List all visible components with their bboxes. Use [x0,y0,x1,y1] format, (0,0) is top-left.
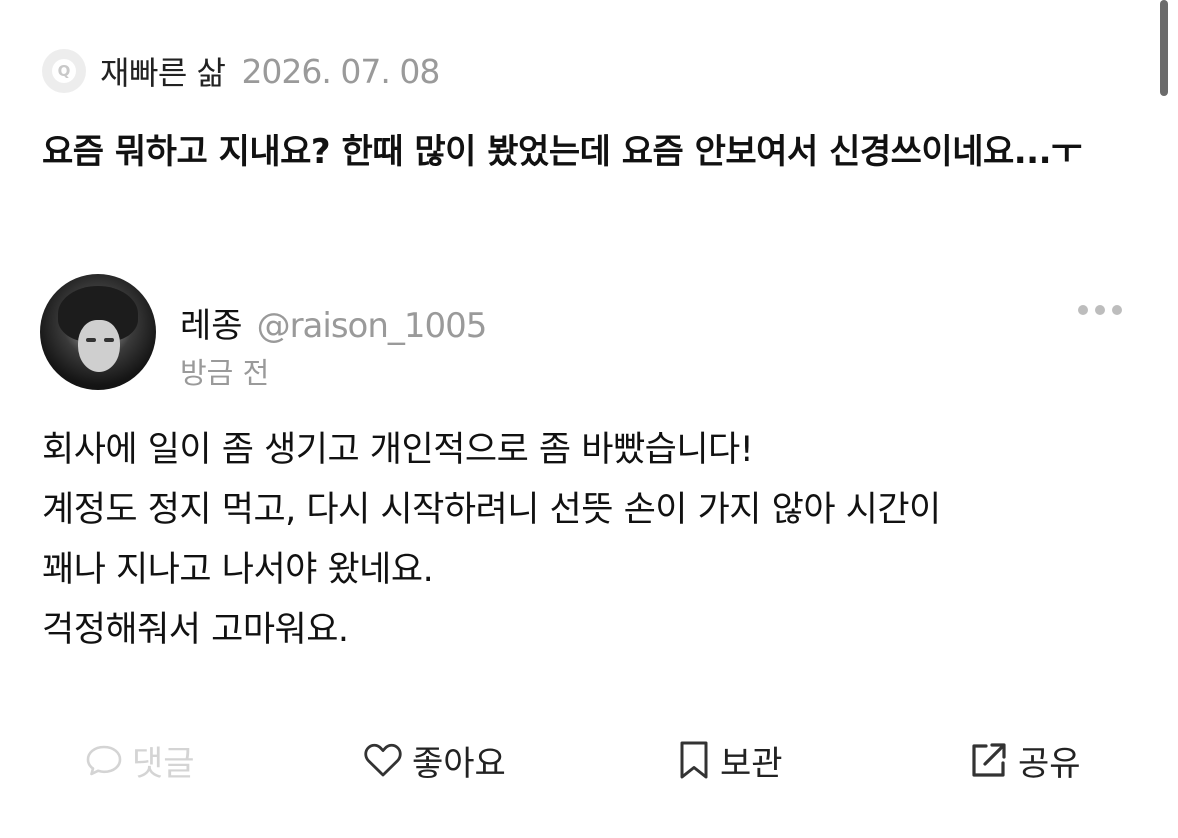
answer-author-name[interactable]: 레종 [180,298,243,347]
question-text: 요즘 뭐하고 지내요? 한때 많이 봤었는데 요즘 안보여서 신경쓰이네요...… [42,132,1082,172]
answer-author-handle[interactable]: @raison_1005 [257,306,488,346]
share-label: 공유 [1018,743,1081,784]
answer-timestamp: 방금 전 [180,356,270,390]
action-bar: 댓글 좋아요 보관 공유 [0,730,1178,790]
heart-icon [362,740,404,780]
answer-line: 꽤나 지나고 나서야 왔네요. [42,550,434,590]
share-icon [968,739,1010,781]
question-header: Q 재빠른 삶 2026. 07. 08 [42,46,440,96]
answer-line: 계정도 정지 먹고, 다시 시작하려니 선뜻 손이 가지 않아 시간이 [42,490,941,530]
more-dot-icon [1078,305,1088,315]
question-date: 2026. 07. 08 [241,51,440,91]
bookmark-icon [676,739,712,781]
more-dot-icon [1095,305,1105,315]
share-button[interactable]: 공유 [968,730,1081,790]
answer-author-row: 레종 @raison_1005 [180,298,488,347]
avatar[interactable] [40,274,156,390]
like-label: 좋아요 [412,743,506,784]
speech-bubble-icon [84,740,124,780]
more-dot-icon [1112,305,1122,315]
save-label: 보관 [720,743,783,784]
save-button[interactable]: 보관 [676,730,783,790]
avatar-eye-left [86,338,96,342]
comment-label: 댓글 [132,743,195,784]
scrollbar[interactable] [1160,0,1168,96]
avatar-eye-right [104,338,114,342]
comment-button[interactable]: 댓글 [84,730,195,790]
question-badge-letter: Q [52,59,76,83]
question-badge-icon: Q [42,49,86,93]
more-options-button[interactable] [1078,300,1122,320]
avatar-face [78,320,120,372]
answer-line: 회사에 일이 좀 생기고 개인적으로 좀 바빴습니다! [42,430,754,470]
answer-line: 걱정해줘서 고마워요. [42,610,349,650]
answer-text: 회사에 일이 좀 생기고 개인적으로 좀 바빴습니다! 계정도 정지 먹고, 다… [42,420,1132,660]
like-button[interactable]: 좋아요 [362,730,506,790]
question-author[interactable]: 재빠른 삶 [100,48,226,94]
